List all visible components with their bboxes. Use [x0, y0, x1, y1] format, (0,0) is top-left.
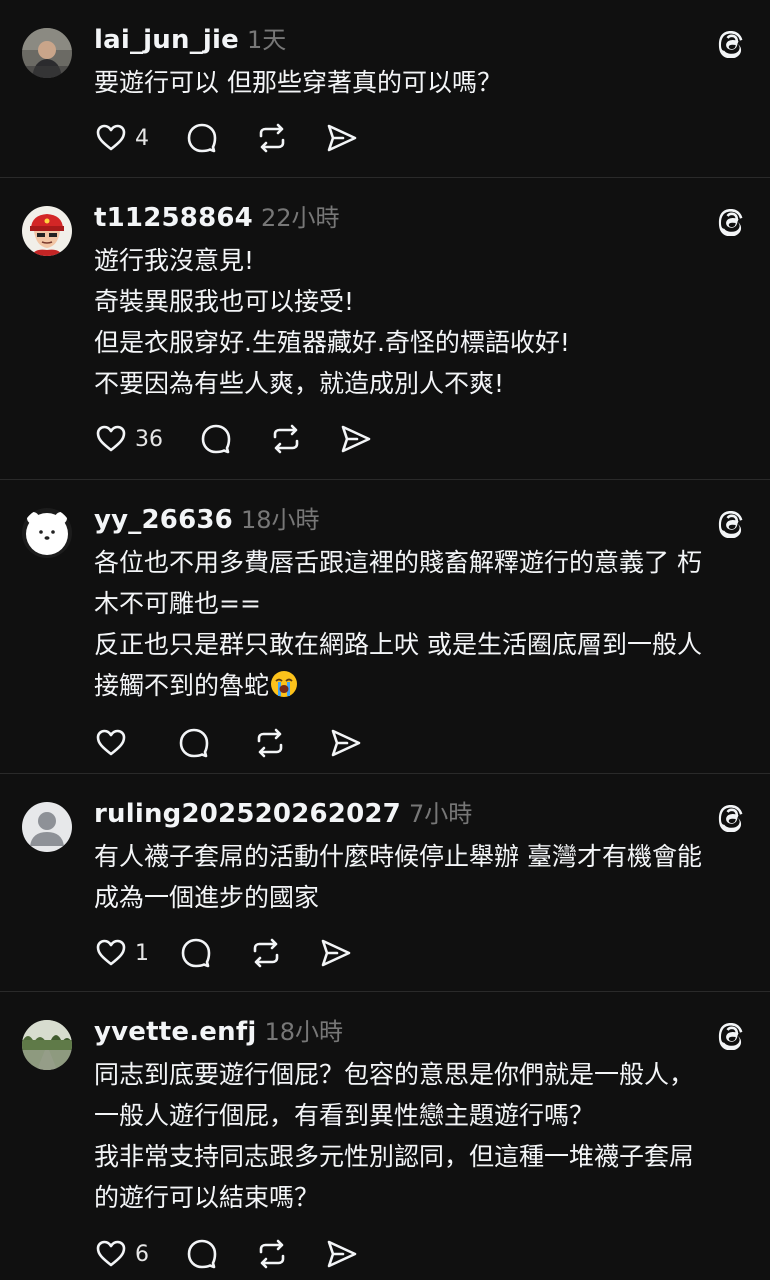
- like-button[interactable]: 1: [94, 936, 149, 970]
- repost-button[interactable]: [255, 121, 289, 155]
- heart-icon: [96, 124, 126, 151]
- timestamp: 18小時: [264, 1018, 344, 1046]
- post-body: 各位也不用多費唇舌跟這裡的賤畜解釋遊行的意義了 朽 木不可雕也== 反正也只是群…: [94, 540, 770, 706]
- avatar[interactable]: [22, 1020, 72, 1070]
- post-body: 要遊行可以 但那些穿著真的可以嗎？: [94, 60, 770, 103]
- post-body: 同志到底要遊行個屁？包容的意思是你們就是一般人， 一般人遊行個屁，有看到異性戀主…: [94, 1052, 770, 1218]
- avatar[interactable]: [22, 508, 72, 558]
- repost-button[interactable]: [269, 422, 303, 456]
- reply-button[interactable]: [179, 936, 213, 970]
- post-text-line: 奇裝異服我也可以接受!: [94, 287, 355, 316]
- like-count: 36: [135, 426, 163, 452]
- send-icon: [327, 124, 357, 152]
- post-body: 有人襪子套屌的活動什麼時候停止舉辦 臺灣才有機會能 成為一個進步的國家: [94, 834, 770, 918]
- reply-button[interactable]: [185, 121, 219, 155]
- timestamp: 1天: [246, 26, 287, 54]
- threads-logo-icon[interactable]: [716, 1018, 748, 1050]
- post-text-line: 同志到底要遊行個屁？包容的意思是你們就是一般人，: [94, 1060, 695, 1089]
- threads-reply-feed: lai_jun_jie 1天 要遊行可以 但那些穿著真的可以嗎？ 4 t1125…: [0, 0, 770, 1280]
- reply-button[interactable]: [177, 726, 211, 760]
- timestamp: 22小時: [260, 204, 340, 232]
- share-button[interactable]: [325, 1237, 359, 1271]
- post-text-line: 一般人遊行個屁，有看到異性戀主題遊行嗎？: [94, 1101, 595, 1130]
- like-button[interactable]: 6: [94, 1237, 149, 1271]
- share-button[interactable]: [339, 422, 373, 456]
- username[interactable]: t11258864: [94, 203, 253, 233]
- comment-icon: [187, 1239, 217, 1269]
- like-button[interactable]: [94, 726, 135, 760]
- username[interactable]: yy_26636: [94, 505, 233, 535]
- share-button[interactable]: [329, 726, 363, 760]
- timestamp: 7小時: [408, 800, 473, 828]
- reply-button[interactable]: [199, 422, 233, 456]
- repost-icon: [259, 1239, 285, 1269]
- action-bar: 36: [94, 419, 770, 459]
- post-text-line: 但是衣服穿好.生殖器藏好.奇怪的標語收好!: [94, 328, 570, 357]
- username[interactable]: yvette.enfj: [94, 1017, 256, 1047]
- comment-icon: [187, 123, 217, 153]
- heart-icon: [96, 425, 126, 452]
- post-text-line: 各位也不用多費唇舌跟這裡的賤畜解釋遊行的意義了 朽: [94, 548, 702, 577]
- share-button[interactable]: [325, 121, 359, 155]
- avatar[interactable]: [22, 206, 72, 256]
- send-icon: [341, 425, 371, 453]
- post-text-line: 要遊行可以 但那些穿著真的可以嗎？: [94, 68, 502, 97]
- post-text-line: 有人襪子套屌的活動什麼時候停止舉辦 臺灣才有機會能: [94, 842, 702, 871]
- threads-logo-icon[interactable]: [716, 506, 748, 538]
- like-button[interactable]: 36: [94, 422, 163, 456]
- repost-button[interactable]: [249, 936, 283, 970]
- repost-icon: [273, 424, 299, 454]
- comment-icon: [201, 424, 231, 454]
- username[interactable]: lai_jun_jie: [94, 25, 239, 55]
- post-text-line: 不要因為有些人爽，就造成別人不爽!: [94, 369, 505, 398]
- action-bar: 4: [94, 118, 770, 158]
- post: ruling202520262027 7小時 有人襪子套屌的活動什麼時候停止舉辦…: [0, 774, 770, 992]
- like-count: 6: [135, 1241, 149, 1267]
- avatar[interactable]: [22, 802, 72, 852]
- post-text-line: 接觸不到的魯蛇: [94, 671, 270, 700]
- post-text-line: 反正也只是群只敢在網路上吠 或是生活圈底層到一般人: [94, 630, 702, 659]
- threads-logo-icon[interactable]: [716, 26, 748, 58]
- post: yy_26636 18小時 各位也不用多費唇舌跟這裡的賤畜解釋遊行的意義了 朽 …: [0, 480, 770, 774]
- timestamp: 18小時: [240, 506, 320, 534]
- like-button[interactable]: 4: [94, 121, 149, 155]
- heart-icon: [96, 939, 126, 966]
- post: t11258864 22小時 遊行我沒意見! 奇裝異服我也可以接受! 但是衣服穿…: [0, 178, 770, 480]
- comment-icon: [179, 728, 209, 758]
- like-count: 4: [135, 125, 149, 151]
- action-bar: [94, 723, 770, 763]
- like-count: 1: [135, 940, 149, 966]
- repost-button[interactable]: [255, 1237, 289, 1271]
- post: yvette.enfj 18小時 同志到底要遊行個屁？包容的意思是你們就是一般人…: [0, 992, 770, 1280]
- post-text-line: 我非常支持同志跟多元性別認同，但這種一堆襪子套屌: [94, 1142, 695, 1171]
- post-text-line: 木不可雕也==: [94, 589, 261, 618]
- repost-button[interactable]: [253, 726, 287, 760]
- post-text-line-with-emoji: 接觸不到的魯蛇: [94, 665, 742, 706]
- heart-icon: [96, 1240, 126, 1267]
- send-icon: [331, 729, 361, 757]
- post-text-line: 遊行我沒意見!: [94, 246, 255, 275]
- repost-icon: [257, 728, 283, 758]
- repost-icon: [259, 123, 285, 153]
- post: lai_jun_jie 1天 要遊行可以 但那些穿著真的可以嗎？ 4: [0, 0, 770, 178]
- threads-logo-icon[interactable]: [716, 204, 748, 236]
- send-icon: [321, 939, 351, 967]
- avatar[interactable]: [22, 28, 72, 78]
- heart-icon: [96, 729, 126, 756]
- post-text-line: 成為一個進步的國家: [94, 883, 320, 912]
- threads-logo-icon[interactable]: [716, 800, 748, 832]
- share-button[interactable]: [319, 936, 353, 970]
- repost-icon: [253, 938, 279, 968]
- action-bar: 6: [94, 1234, 770, 1274]
- action-bar: 1: [94, 933, 770, 973]
- send-icon: [327, 1240, 357, 1268]
- comment-icon: [181, 938, 211, 968]
- reply-button[interactable]: [185, 1237, 219, 1271]
- loudly-crying-face-emoji: [271, 671, 298, 697]
- post-body: 遊行我沒意見! 奇裝異服我也可以接受! 但是衣服穿好.生殖器藏好.奇怪的標語收好…: [94, 238, 770, 404]
- username[interactable]: ruling202520262027: [94, 799, 401, 829]
- post-text-line: 的遊行可以結束嗎？: [94, 1183, 320, 1212]
